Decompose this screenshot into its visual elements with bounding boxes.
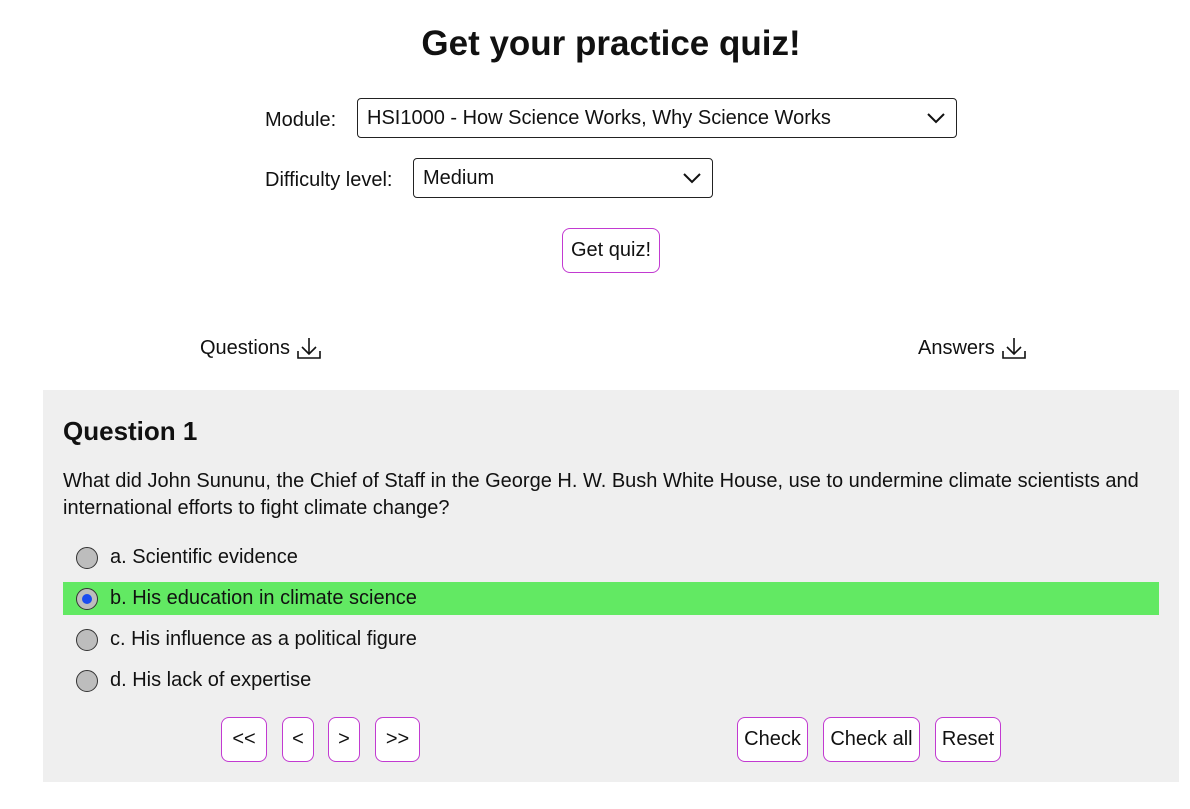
answer-option-b[interactable]: b. His education in climate science <box>63 582 1159 615</box>
reset-button[interactable]: Reset <box>935 717 1001 762</box>
answers-download-link[interactable]: Answers <box>918 336 1027 360</box>
radio-button[interactable] <box>76 669 98 692</box>
page-title: Get your practice quiz! <box>421 24 801 63</box>
answer-option-a[interactable]: a. Scientific evidence <box>63 541 1159 574</box>
check-all-button[interactable]: Check all <box>823 717 920 762</box>
previous-question-button[interactable]: < <box>282 717 314 762</box>
quiz-panel: Question 1 What did John Sununu, the Chi… <box>43 390 1179 782</box>
answer-option-label: b. His education in climate science <box>110 587 417 609</box>
first-question-button[interactable]: << <box>221 717 267 762</box>
radio-button[interactable] <box>76 546 98 569</box>
check-button[interactable]: Check <box>737 717 808 762</box>
questions-download-label: Questions <box>200 337 291 359</box>
answer-option-label: c. His influence as a political figure <box>110 628 417 650</box>
answer-option-label: a. Scientific evidence <box>110 546 298 568</box>
difficulty-select-value: Medium <box>423 167 495 189</box>
answer-option-label: d. His lack of expertise <box>110 669 312 691</box>
download-icon <box>297 338 321 359</box>
download-icon <box>1001 338 1026 359</box>
question-text: What did John Sununu, the Chief of Staff… <box>63 470 1139 519</box>
questions-download-link[interactable]: Questions <box>200 336 322 360</box>
last-question-button[interactable]: >> <box>375 717 420 762</box>
chevron-down-icon <box>927 113 945 124</box>
module-select[interactable]: HSI1000 - How Science Works, Why Science… <box>357 98 957 138</box>
difficulty-select[interactable]: Medium <box>413 158 713 198</box>
answers-download-label: Answers <box>918 337 995 359</box>
radio-button[interactable] <box>76 587 98 610</box>
difficulty-label: Difficulty level: <box>265 169 393 191</box>
answer-option-d[interactable]: d. His lack of expertise <box>63 664 1159 697</box>
answer-option-c[interactable]: c. His influence as a political figure <box>63 623 1159 656</box>
get-quiz-button[interactable]: Get quiz! <box>562 228 660 273</box>
next-question-button[interactable]: > <box>328 717 360 762</box>
module-label: Module: <box>265 109 337 131</box>
chevron-down-icon <box>683 173 701 184</box>
radio-button[interactable] <box>76 628 98 651</box>
question-heading: Question 1 <box>63 416 198 446</box>
module-select-value: HSI1000 - How Science Works, Why Science… <box>367 107 831 129</box>
